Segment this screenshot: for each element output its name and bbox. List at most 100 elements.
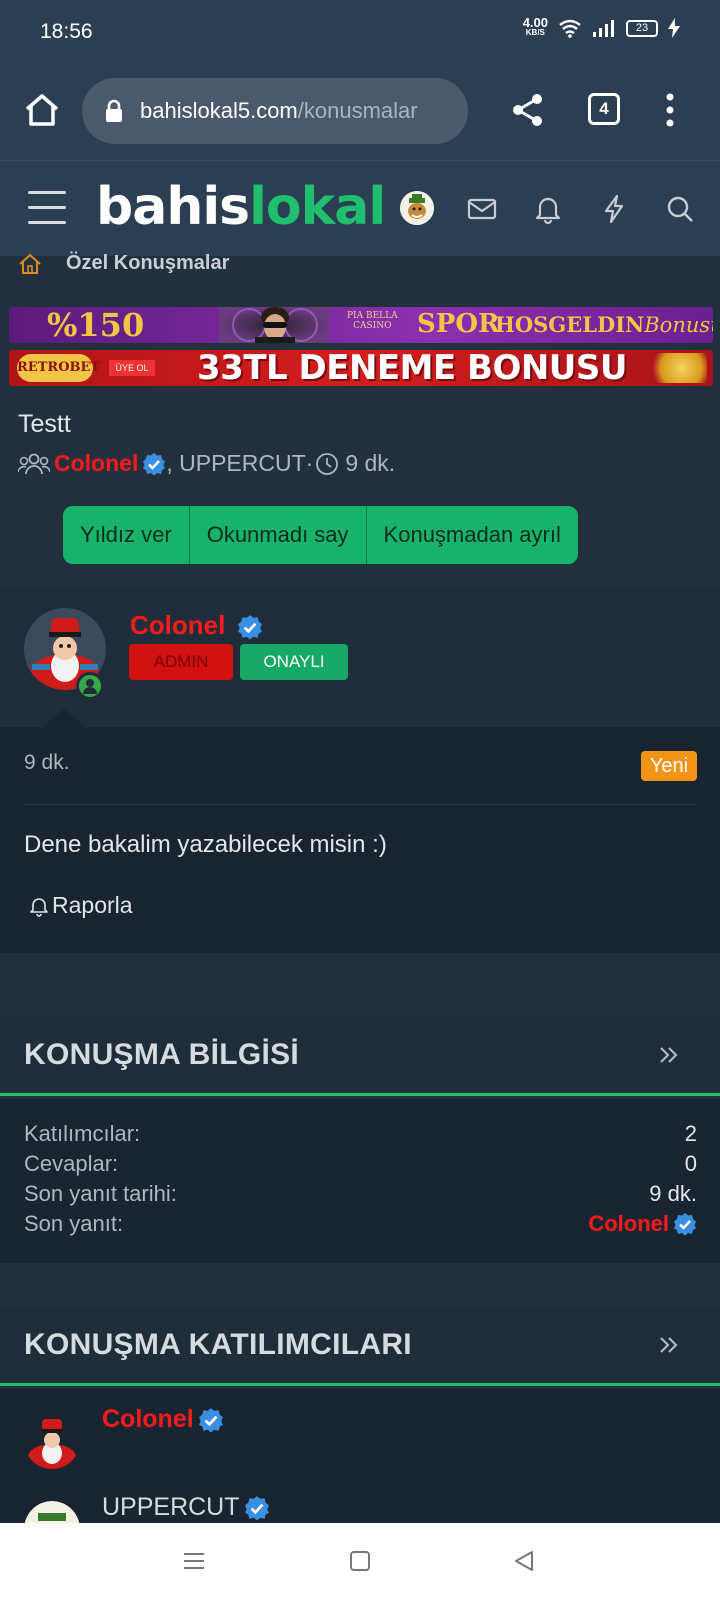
info-row: Son yanıt tarihi: 9 dk. xyxy=(24,1181,697,1207)
participants-panel-header[interactable]: KONUŞMA KATILIMCILARI xyxy=(0,1306,720,1386)
message-body: 9 dk. Yeni Dene bakalim yazabilecek misi… xyxy=(0,727,720,953)
conversation-title: Testt xyxy=(18,410,71,438)
back-icon[interactable] xyxy=(510,1547,538,1575)
recent-apps-icon[interactable] xyxy=(180,1547,208,1575)
message-username-text: Colonel xyxy=(130,610,226,640)
info-panel-header[interactable]: KONUŞMA BİLGİSİ xyxy=(0,1016,720,1096)
share-icon[interactable] xyxy=(510,92,546,128)
info-value: 9 dk. xyxy=(649,1181,697,1206)
banner-signup: ÜYE OL xyxy=(109,360,155,376)
bell-icon xyxy=(30,897,48,917)
banner-retrobet-logo: RETROBET xyxy=(17,354,100,382)
conversation-meta: Colonel , UPPERCUT · 9 dk. xyxy=(18,450,395,477)
url-host: bahislokal5.com xyxy=(140,98,298,123)
network-speed-value: 4.00 xyxy=(522,15,548,30)
status-time: 18:56 xyxy=(40,20,93,43)
participant-name-text: UPPERCUT xyxy=(102,1493,240,1521)
breadcrumb-item[interactable]: Özel Konuşmalar xyxy=(66,252,229,275)
star-button[interactable]: Yıldız ver xyxy=(63,506,190,564)
conversation-time: 9 dk. xyxy=(345,450,396,476)
participants-panel-title: KONUŞMA KATILIMCILARI xyxy=(24,1328,412,1361)
browser-toolbar: bahislokal5.com/konusmalar 4 xyxy=(0,62,720,160)
chevron-double-right-icon[interactable] xyxy=(656,1042,682,1068)
info-row: Katılımcılar: 2 xyxy=(24,1121,697,1147)
battery-icon: 23 xyxy=(626,19,658,37)
banner-percent: %150 xyxy=(47,307,145,343)
address-bar[interactable]: bahislokal5.com/konusmalar xyxy=(82,78,468,144)
url-path: /konusmalar xyxy=(297,98,418,123)
banner-hosgeldin: HOSGELDIN xyxy=(495,312,645,337)
home-icon[interactable] xyxy=(18,253,42,275)
divider xyxy=(24,804,697,805)
banner-bonusu: Bonusu xyxy=(644,313,713,337)
info-label: Katılımcılar: xyxy=(24,1121,141,1146)
tab-switcher-button[interactable]: 4 xyxy=(588,93,620,125)
participant-avatar[interactable] xyxy=(24,1501,80,1523)
banner-deneme-bonusu: 33TL DENEME BONUSU xyxy=(197,350,628,386)
info-row: Son yanıt: Colonel xyxy=(24,1211,697,1237)
logo-part2: lokal xyxy=(249,177,386,237)
banner-spor: SPOR xyxy=(417,309,500,339)
banner-casino-logo: PIA BELLA CASINO xyxy=(347,311,398,331)
participant-avatar[interactable] xyxy=(24,1413,80,1469)
report-button[interactable]: Raporla xyxy=(28,892,133,919)
info-panel-title: KONUŞMA BİLGİSİ xyxy=(24,1038,300,1071)
logo-part1: bahis xyxy=(96,177,250,237)
ad-banner-retrobet[interactable]: RETROBET ÜYE OL 33TL DENEME BONUSU xyxy=(9,350,713,386)
status-icons: 4.00 KB/S 23 xyxy=(522,15,680,38)
wifi-icon xyxy=(559,19,581,38)
system-navigation-bar xyxy=(0,1523,720,1600)
participant-name[interactable]: Colonel xyxy=(102,1405,224,1434)
mark-unread-button[interactable]: Okunmadı say xyxy=(189,506,367,564)
ad-banner-piabella[interactable]: %150 PIA BELLA CASINO SPOR HOSGELDINBonu… xyxy=(9,307,713,343)
message-time[interactable]: 9 dk. xyxy=(24,751,70,775)
banner-welcome: HOSGELDINBonusu xyxy=(495,312,713,337)
message-pointer xyxy=(42,708,86,728)
meta-separator: · xyxy=(305,450,314,476)
home-icon[interactable] xyxy=(22,90,62,130)
participant-other[interactable]: , UPPERCUT xyxy=(166,450,305,477)
participant-name[interactable]: UPPERCUT xyxy=(102,1493,270,1522)
info-value: 2 xyxy=(684,1121,697,1146)
info-row: Cevaplar: 0 xyxy=(24,1151,697,1177)
charging-icon xyxy=(668,18,680,38)
signal-icon xyxy=(593,20,614,37)
report-label: Raporla xyxy=(52,892,133,918)
info-label: Son yanıt: xyxy=(24,1211,124,1236)
home-nav-icon[interactable] xyxy=(346,1547,374,1575)
mail-icon[interactable] xyxy=(466,193,498,225)
last-reply-user[interactable]: Colonel xyxy=(588,1211,697,1237)
verified-icon xyxy=(143,452,166,475)
message-user-block: Colonel ADMIN ONAYLI xyxy=(0,586,720,726)
site-logo[interactable]: bahislokal xyxy=(96,177,386,237)
info-value: Colonel xyxy=(588,1211,669,1236)
banner-coins-image xyxy=(643,353,707,383)
banner-person-image xyxy=(219,307,329,343)
new-badge: Yeni xyxy=(641,751,697,781)
more-options-icon[interactable] xyxy=(660,92,680,128)
participants-panel-body: Colonel UPPERCUT xyxy=(0,1389,720,1523)
verified-icon xyxy=(244,1495,269,1520)
lightning-icon[interactable] xyxy=(598,193,630,225)
site-header: bahislokal xyxy=(0,160,720,256)
bell-icon[interactable] xyxy=(532,193,564,225)
info-panel-body: Katılımcılar: 2 Cevaplar: 0 Son yanıt ta… xyxy=(0,1099,720,1263)
info-label: Son yanıt tarihi: xyxy=(24,1181,177,1206)
users-icon xyxy=(18,453,50,474)
starter-username[interactable]: Colonel xyxy=(54,450,138,477)
casino-line1: PIA BELLA xyxy=(347,311,398,321)
info-value: 0 xyxy=(684,1151,697,1176)
verified-icon xyxy=(674,1213,696,1236)
conversation-actions: Yıldız ver Okunmadı say Konuşmadan ayrıl xyxy=(63,506,578,564)
menu-icon[interactable] xyxy=(28,191,66,227)
verified-badge: ONAYLI xyxy=(240,644,348,680)
message-username[interactable]: Colonel xyxy=(130,610,263,641)
chevron-double-right-icon[interactable] xyxy=(656,1332,682,1358)
search-icon[interactable] xyxy=(664,193,696,225)
user-avatar[interactable] xyxy=(400,191,434,225)
casino-line2: CASINO xyxy=(353,321,392,331)
verified-icon xyxy=(198,1407,223,1432)
network-speed-unit: KB/S xyxy=(525,28,545,37)
admin-badge: ADMIN xyxy=(129,644,233,680)
leave-conversation-button[interactable]: Konuşmadan ayrıl xyxy=(366,506,578,564)
